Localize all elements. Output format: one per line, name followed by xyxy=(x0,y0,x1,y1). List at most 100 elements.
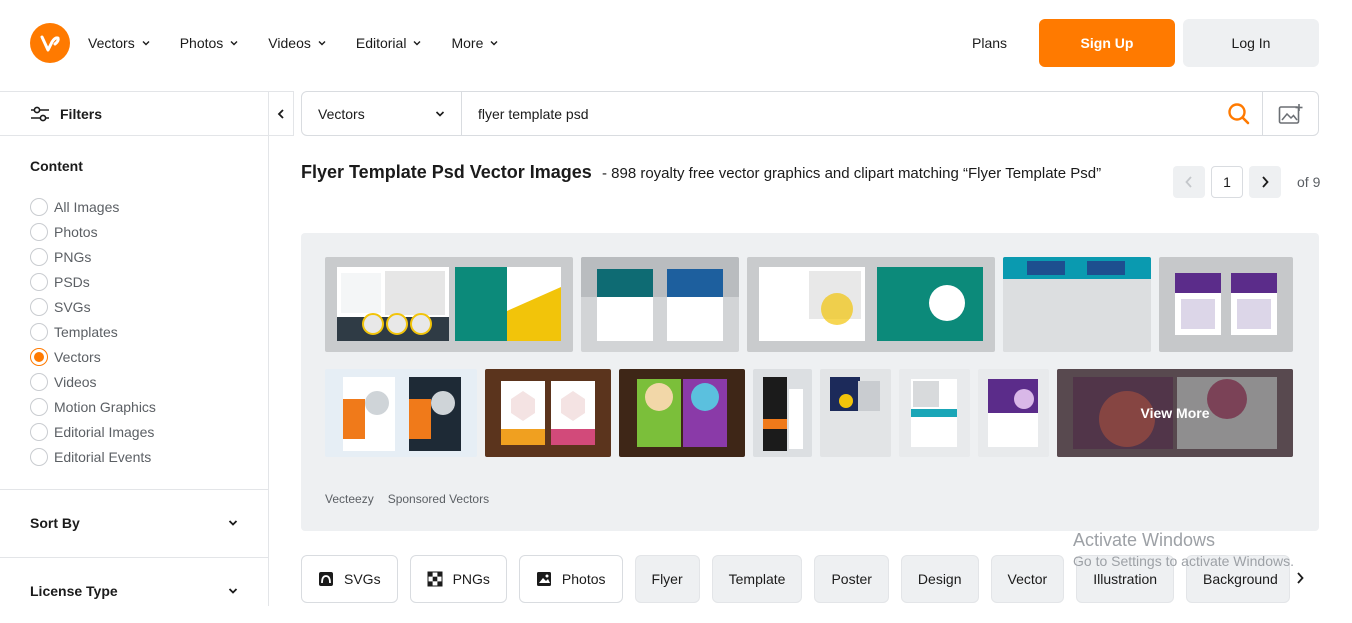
chip-label: Illustration xyxy=(1093,571,1158,587)
chevron-down-icon xyxy=(435,110,445,117)
nav-videos[interactable]: Videos xyxy=(268,35,326,51)
svg-file-icon xyxy=(319,572,333,586)
content-title: Content xyxy=(30,158,83,174)
sponsored-thumbnail[interactable] xyxy=(1159,257,1293,352)
sponsored-thumbnail[interactable] xyxy=(581,257,739,352)
view-more-button[interactable]: View More xyxy=(1057,369,1293,457)
chip-design[interactable]: Design xyxy=(900,555,979,603)
chip-label: Background xyxy=(1203,571,1278,587)
radio-editorial-images[interactable]: Editorial Images xyxy=(30,419,156,444)
radio-label: PSDs xyxy=(54,273,90,290)
search-type-select[interactable]: Vectors xyxy=(302,92,462,135)
page-number-input[interactable]: 1 xyxy=(1211,166,1243,198)
radio-button[interactable] xyxy=(30,322,48,341)
chevron-down-icon xyxy=(228,519,238,526)
radio-button[interactable] xyxy=(30,447,48,466)
radio-button[interactable] xyxy=(30,272,48,291)
chip-vector[interactable]: Vector xyxy=(990,555,1065,603)
nav-label: Editorial xyxy=(355,35,407,51)
collapse-sidebar-button[interactable] xyxy=(269,91,294,136)
radio-psds[interactable]: PSDs xyxy=(30,269,156,294)
radio-label: Editorial Events xyxy=(54,448,152,465)
sponsored-footer: Vecteezy Sponsored Vectors xyxy=(325,492,503,506)
sponsored-thumbnail[interactable] xyxy=(753,369,812,457)
sponsored-thumbnail[interactable] xyxy=(485,369,611,457)
sponsored-thumbnail[interactable] xyxy=(619,369,745,457)
prev-page-button[interactable] xyxy=(1173,166,1205,198)
login-button[interactable]: Log In xyxy=(1183,19,1319,67)
nav-label: Photos xyxy=(179,35,224,51)
radio-button[interactable] xyxy=(30,422,48,441)
chip-template[interactable]: Template xyxy=(711,555,803,603)
radio-label: Videos xyxy=(54,373,97,390)
chevron-left-icon xyxy=(1185,176,1192,188)
radio-button[interactable] xyxy=(30,222,48,241)
chevron-right-icon xyxy=(1297,572,1304,584)
chip-label: Photos xyxy=(561,571,606,587)
sponsored-thumbnail[interactable] xyxy=(978,369,1049,457)
filters-header[interactable]: Filters xyxy=(0,91,268,136)
filters-label: Filters xyxy=(60,105,103,122)
radio-button[interactable] xyxy=(30,297,48,316)
top-bar: Vectors Photos Videos Editorial More Pla… xyxy=(0,0,1352,91)
search-input[interactable] xyxy=(462,92,1216,135)
radio-button[interactable] xyxy=(30,197,48,216)
search-button[interactable] xyxy=(1216,92,1262,135)
chevron-down-icon xyxy=(230,41,238,46)
nav-more[interactable]: More xyxy=(451,35,498,51)
radio-button[interactable] xyxy=(30,372,48,391)
nav-vectors[interactable]: Vectors xyxy=(88,35,150,51)
radio-motion-graphics[interactable]: Motion Graphics xyxy=(30,394,156,419)
chevron-down-icon xyxy=(318,41,326,46)
chip-label: Vector xyxy=(1007,571,1048,587)
sponsored-thumbnail[interactable]: View More xyxy=(1057,369,1293,457)
radio-label: SVGs xyxy=(54,298,91,315)
page-count: of 9 xyxy=(1297,174,1321,190)
signup-button[interactable]: Sign Up xyxy=(1039,19,1175,67)
nav-photos[interactable]: Photos xyxy=(180,35,239,51)
image-search-icon xyxy=(1278,103,1302,124)
radio-button-selected[interactable] xyxy=(30,347,48,366)
radio-svgs[interactable]: SVGs xyxy=(30,294,156,319)
chip-flyer[interactable]: Flyer xyxy=(634,555,700,603)
radio-pngs[interactable]: PNGs xyxy=(30,244,156,269)
radio-templates[interactable]: Templates xyxy=(30,319,156,344)
chip-poster[interactable]: Poster xyxy=(814,555,889,603)
radio-label: Editorial Images xyxy=(54,423,155,440)
watermark-subtitle: Go to Settings to activate Windows. xyxy=(1073,553,1294,569)
chip-pngs[interactable]: PNGs xyxy=(409,555,507,603)
chip-label: Design xyxy=(917,571,962,587)
radio-all-images[interactable]: All Images xyxy=(30,194,156,219)
sponsored-label: Sponsored Vectors xyxy=(387,492,490,506)
sort-by-section[interactable]: Sort By xyxy=(0,489,268,555)
sponsored-thumbnail[interactable] xyxy=(325,257,573,352)
nav-label: More xyxy=(451,35,484,51)
sponsored-thumbnail[interactable] xyxy=(325,369,477,457)
filters-sidebar: Filters Content All Images Photos PNGs P… xyxy=(0,91,269,606)
radio-editorial-events[interactable]: Editorial Events xyxy=(30,444,156,469)
radio-button[interactable] xyxy=(30,247,48,266)
radio-button[interactable] xyxy=(30,397,48,416)
plans-link[interactable]: Plans xyxy=(972,35,1007,51)
radio-label: Motion Graphics xyxy=(54,398,156,415)
license-type-section[interactable]: License Type xyxy=(0,557,268,623)
chip-photos[interactable]: Photos xyxy=(518,555,623,603)
radio-photos[interactable]: Photos xyxy=(30,219,156,244)
sponsored-thumbnail[interactable] xyxy=(899,369,970,457)
radio-videos[interactable]: Videos xyxy=(30,369,156,394)
logo-icon[interactable] xyxy=(30,23,70,63)
radio-vectors[interactable]: Vectors xyxy=(30,344,156,369)
nav-label: Videos xyxy=(268,35,311,51)
sponsored-thumbnail[interactable] xyxy=(820,369,891,457)
image-search-button[interactable] xyxy=(1262,92,1318,135)
nav-label: Vectors xyxy=(88,35,135,51)
sponsored-thumbnail[interactable] xyxy=(747,257,995,352)
sliders-icon xyxy=(31,106,49,121)
next-page-button[interactable] xyxy=(1249,166,1281,198)
sponsored-brand[interactable]: Vecteezy xyxy=(325,492,374,506)
sponsored-thumbnail[interactable] xyxy=(1003,257,1151,352)
chips-scroll-right-button[interactable] xyxy=(1296,571,1304,589)
chip-label: SVGs xyxy=(344,571,381,587)
nav-editorial[interactable]: Editorial xyxy=(356,35,422,51)
chip-svgs[interactable]: SVGs xyxy=(301,555,398,603)
